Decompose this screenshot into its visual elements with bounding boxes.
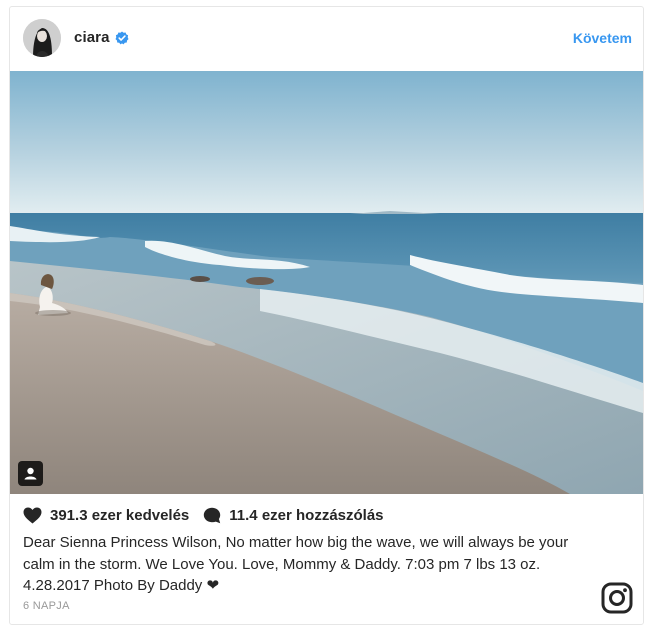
likes-stat[interactable]: 391.3 ezer kedvelés xyxy=(23,507,189,524)
beach-photo-image xyxy=(10,71,643,494)
verified-badge-icon xyxy=(115,31,129,45)
username[interactable]: ciara xyxy=(74,29,110,46)
post-caption: Dear Sienna Princess Wilson, No matter h… xyxy=(23,534,569,594)
heart-icon[interactable] xyxy=(23,507,42,524)
username-row: ciara xyxy=(74,29,129,46)
tagged-people-icon[interactable] xyxy=(18,461,43,486)
post-header: ciara Követem xyxy=(10,7,643,71)
instagram-logo-icon[interactable] xyxy=(601,582,633,614)
post-stats: 391.3 ezer kedvelés 11.4 ezer hozzászólá… xyxy=(23,507,384,524)
avatar[interactable] xyxy=(23,19,61,57)
comments-stat[interactable]: 11.4 ezer hozzászólás xyxy=(203,507,384,524)
comments-count: 11.4 ezer hozzászólás xyxy=(229,507,384,524)
post-time-ago[interactable]: 6 NAPJA xyxy=(23,600,70,612)
instagram-post-card: ciara Követem 391.3 ezer kedvelés 11.4 e… xyxy=(9,6,644,625)
follow-button[interactable]: Követem xyxy=(573,30,632,46)
comment-icon[interactable] xyxy=(203,507,221,524)
post-photo[interactable] xyxy=(10,71,643,494)
likes-count: 391.3 ezer kedvelés xyxy=(50,507,190,524)
